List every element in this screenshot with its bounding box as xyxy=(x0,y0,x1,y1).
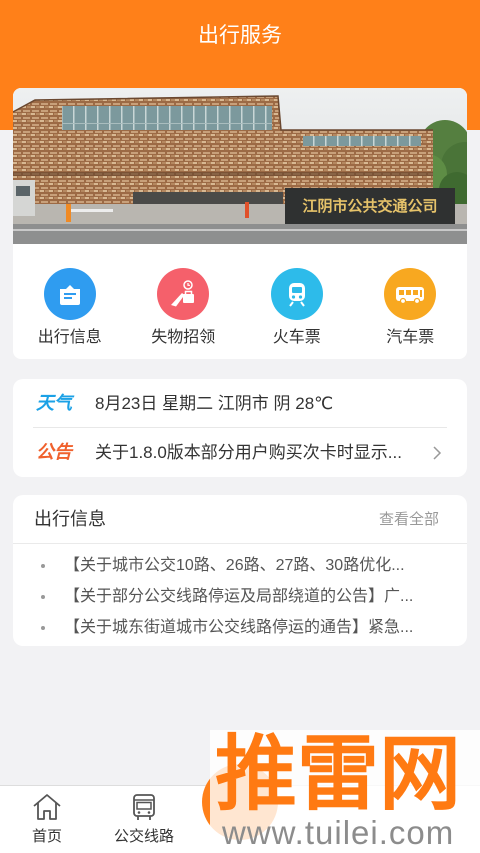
quick-link-label: 汽车票 xyxy=(386,329,435,346)
train-icon xyxy=(270,268,323,320)
sign-board: 江阴市公共交通公司 xyxy=(285,188,455,224)
coach-bus-icon xyxy=(384,268,437,320)
quick-link-train-ticket[interactable]: 火车票 xyxy=(240,244,354,359)
list-item[interactable]: 【关于部分公交线路停运及局部绕道的公告】广... xyxy=(13,581,467,612)
weather-tag: 天气 xyxy=(36,393,72,413)
bus-route-icon xyxy=(133,794,155,820)
road xyxy=(13,224,467,244)
travel-info-header: 出行信息 查看全部 xyxy=(13,495,467,544)
guard-booth xyxy=(13,180,35,216)
quick-link-label: 火车票 xyxy=(272,329,321,346)
list-item[interactable]: 【关于城市公交10路、26路、27路、30路优化... xyxy=(13,550,467,581)
bullet xyxy=(41,626,45,630)
nav-item-home[interactable]: 首页 xyxy=(0,786,95,853)
watermark-brand: 推雷网 xyxy=(215,730,462,820)
travel-info-list: 【关于城市公交10路、26路、27路、30路优化... 【关于部分公交线路停运及… xyxy=(13,544,467,643)
list-item-text[interactable]: 【关于城市公交10路、26路、27路、30路优化... xyxy=(64,550,446,581)
banner-image[interactable]: 江阴市公共交通公司 xyxy=(13,88,467,244)
quick-link-label: 失物招领 xyxy=(151,329,216,346)
bullet xyxy=(41,595,45,599)
quick-link-label: 出行信息 xyxy=(37,329,102,346)
quick-links: 出行信息 失物招领 火车票 汽车票 xyxy=(13,244,467,359)
nav-item-bus-routes[interactable]: 公交线路 xyxy=(96,786,192,853)
watermark: 推雷网 www.tuilei.com xyxy=(210,730,480,853)
travel-info-card: 出行信息 查看全部 【关于城市公交10路、26路、27路、30路优化... 【关… xyxy=(13,495,467,646)
weather-row: 天气 8月23日 星期二 江阴市 阴 28℃ xyxy=(13,379,467,428)
bullet xyxy=(41,564,45,568)
travel-info-title: 出行信息 xyxy=(34,509,106,529)
notice-card: 天气 8月23日 星期二 江阴市 阴 28℃ 公告 关于1.8.0版本部分用户购… xyxy=(13,379,467,477)
chevron-right-icon[interactable] xyxy=(432,445,442,461)
quick-link-travel-info[interactable]: 出行信息 xyxy=(13,244,127,359)
sign-text: 江阴市公共交通公司 xyxy=(302,197,437,215)
travel-info-icon xyxy=(43,268,96,320)
nav-label: 首页 xyxy=(31,828,62,845)
quick-link-coach-ticket[interactable]: 汽车票 xyxy=(354,244,468,359)
view-all-link[interactable]: 查看全部 xyxy=(379,495,439,544)
list-item-text[interactable]: 【关于部分公交线路停运及局部绕道的公告】广... xyxy=(64,581,446,612)
announcement-text[interactable]: 关于1.8.0版本部分用户购买次卡时显示... xyxy=(95,428,429,477)
weather-text: 8月23日 星期二 江阴市 阴 28℃ xyxy=(95,394,334,413)
banner-card: 江阴市公共交通公司 出行信息 失物招领 火车票 汽车票 xyxy=(13,88,467,359)
home-icon xyxy=(33,794,61,820)
lost-and-found-icon xyxy=(157,268,210,320)
announcement-tag: 公告 xyxy=(36,442,72,462)
list-item-text[interactable]: 【关于城东街道城市公交线路停运的通告】紧急... xyxy=(64,612,446,643)
list-item[interactable]: 【关于城东街道城市公交线路停运的通告】紧急... xyxy=(13,612,467,643)
page-title: 出行服务 xyxy=(198,24,282,47)
watermark-url: www.tuilei.com xyxy=(222,814,455,851)
app-screen: 出行服务 江阴市公共交通公司 出行信息 失物招领 火车票 汽车票 天气 8月23… xyxy=(0,0,480,853)
nav-label: 公交线路 xyxy=(113,828,174,845)
announcement-row[interactable]: 公告 关于1.8.0版本部分用户购买次卡时显示... xyxy=(13,428,467,477)
quick-link-lost-and-found[interactable]: 失物招领 xyxy=(127,244,241,359)
